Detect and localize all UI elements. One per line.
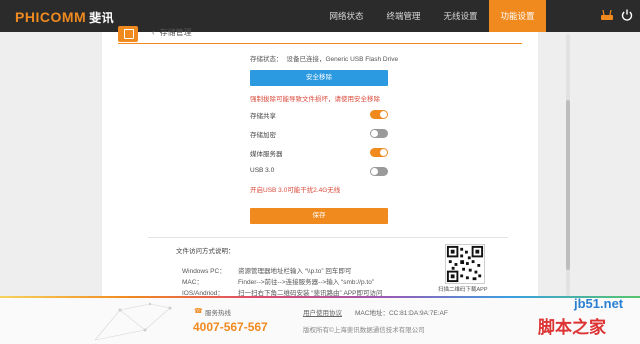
panel-header: ‹ 存储管理 (118, 26, 522, 44)
back-link[interactable]: ‹ 存储管理 (152, 27, 192, 38)
page-title: 存储管理 (159, 28, 192, 37)
help-text: 资源管理器地址栏输入 “\\p.to” 回车即可 (238, 268, 352, 275)
phone-icon: ☎ (194, 308, 203, 315)
brand-name-cn: 斐讯 (89, 11, 115, 25)
hotline-number: 4007-567-567 (193, 320, 268, 334)
watermark-cn: 脚本之家 (538, 318, 606, 338)
safe-remove-button[interactable]: 安全移除 (250, 70, 388, 86)
chevron-left-icon: ‹ (152, 28, 155, 37)
scrollbar-thumb[interactable] (566, 100, 570, 270)
toggle-storage-encrypt[interactable] (370, 129, 388, 138)
decorative-mesh (94, 302, 172, 341)
status-label: 存储状态： (250, 56, 283, 63)
toggle-storage-share[interactable] (370, 110, 388, 119)
help-os: MAC： (182, 279, 203, 286)
nav-device-management[interactable]: 终端管理 (375, 0, 432, 32)
option-label-usb3: USB 3.0 (250, 167, 275, 174)
divider (148, 237, 508, 238)
help-text: Finder-->前往-->连接服务器-->输入 “smb://p.to” (238, 279, 374, 286)
toolbar-icons (600, 8, 634, 22)
help-title: 文件访问方式说明： (176, 248, 235, 255)
power-icon[interactable] (620, 8, 634, 22)
nav-wireless-settings[interactable]: 无线设置 (432, 0, 489, 32)
router-icon[interactable] (600, 8, 614, 22)
brand-name: PHICOMM (15, 9, 87, 25)
usb3-warning: 开启USB 3.0可能干扰2.4G无线 (250, 187, 341, 194)
help-os: Windows PC： (182, 268, 226, 275)
user-agreement-link[interactable]: 用户使用协议 (303, 307, 342, 317)
option-label-media-server: 媒体服务器 (250, 151, 283, 158)
help-row-windows: Windows PC： 资源管理器地址栏输入 “\\p.to” 回车即可 (182, 265, 351, 275)
copyright: 版权所有©上海斐讯数据通信技术有限公司 (303, 327, 425, 334)
option-label-storage-encrypt: 存储加密 (250, 132, 276, 139)
qr-code-icon (445, 244, 485, 284)
storage-status: 存储状态： 设备已连接，Generic USB Flash Drive (250, 53, 398, 63)
nav-network-status[interactable]: 网络状态 (318, 0, 375, 32)
main-nav: 网络状态 终端管理 无线设置 功能设置 (318, 0, 546, 32)
qr-caption: 扫描二维码下载APP (438, 287, 488, 293)
storage-icon (118, 26, 138, 42)
option-label-storage-share: 存储共享 (250, 113, 276, 120)
watermark-site: jb51.net (574, 296, 624, 311)
top-bar: PHICOMM 斐讯 网络状态 终端管理 无线设置 功能设置 (0, 0, 640, 32)
help-row-mac: MAC： Finder-->前往-->连接服务器-->输入 “smb://p.to… (182, 276, 374, 286)
brand-logo[interactable]: PHICOMM 斐讯 (15, 9, 114, 26)
hotline-label: 服务热线 (205, 310, 231, 317)
storage-panel: ‹ 存储管理 存储状态： 设备已连接，Generic USB Flash Drive… (102, 26, 538, 298)
toggle-media-server[interactable] (370, 148, 388, 157)
mac-address: MAC地址：CC:81:DA:9A:7E:AF (355, 310, 448, 317)
nav-function-settings[interactable]: 功能设置 (489, 0, 546, 32)
save-button[interactable]: 保存 (250, 208, 388, 224)
remove-warning: 强制拔除可能导致文件损坏，请使用安全移除 (250, 96, 380, 103)
toggle-usb3[interactable] (370, 167, 388, 176)
status-value: 设备已连接，Generic USB Flash Drive (286, 56, 399, 63)
